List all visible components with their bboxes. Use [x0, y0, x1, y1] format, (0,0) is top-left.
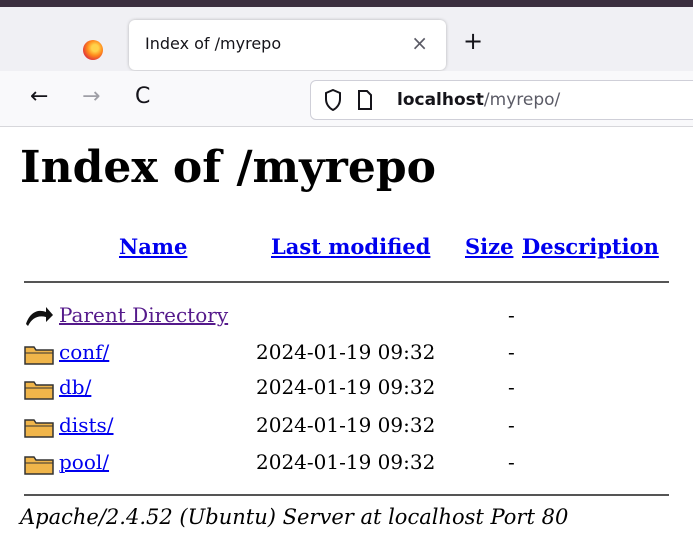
entry-size: - [508, 340, 515, 364]
column-header-description[interactable]: Description [522, 234, 659, 259]
url-text[interactable]: localhost/myrepo/ [397, 90, 560, 110]
entry-modified: 2024-01-19 09:32 [256, 413, 436, 437]
folder-icon [24, 419, 54, 438]
page-title: Index of /myrepo [20, 142, 436, 193]
back-arrow-icon [26, 307, 53, 326]
list-item: Parent Directory - [24, 302, 664, 332]
entry-link[interactable]: dists/ [59, 413, 114, 437]
tab-title: Index of /myrepo [145, 34, 282, 53]
entry-size: - [508, 303, 515, 327]
url-path: /myrepo/ [483, 90, 561, 110]
navigation-bar: ← → C localhost/myrepo/ [0, 71, 693, 127]
folder-icon [24, 456, 54, 475]
entry-size: - [508, 450, 515, 474]
entry-modified: 2024-01-19 09:32 [256, 340, 436, 364]
entry-size: - [508, 375, 515, 399]
divider [24, 494, 669, 496]
column-header-size[interactable]: Size [465, 234, 513, 259]
tab-bar: Index of /myrepo × + [0, 7, 693, 71]
folder-icon [24, 381, 54, 400]
divider [24, 281, 669, 283]
entry-link[interactable]: conf/ [59, 340, 109, 364]
list-item: conf/ 2024-01-19 09:32 - [24, 339, 664, 369]
entry-link[interactable]: db/ [59, 375, 91, 399]
reload-icon[interactable]: C [135, 85, 150, 109]
firefox-icon[interactable] [83, 40, 103, 60]
list-item: db/ 2024-01-19 09:32 - [24, 374, 664, 404]
list-item: pool/ 2024-01-19 09:32 - [24, 449, 664, 479]
folder-icon [24, 346, 54, 365]
window-top-strip [0, 0, 693, 7]
back-icon[interactable]: ← [30, 85, 48, 109]
list-item: dists/ 2024-01-19 09:32 - [24, 412, 664, 442]
new-tab-icon[interactable]: + [463, 29, 483, 53]
page-info-icon[interactable] [357, 90, 373, 110]
url-host: localhost [397, 90, 484, 110]
column-header-last-modified[interactable]: Last modified [271, 234, 430, 259]
column-header-name[interactable]: Name [119, 234, 187, 259]
entry-modified: 2024-01-19 09:32 [256, 450, 436, 474]
entry-modified: 2024-01-19 09:32 [256, 375, 436, 399]
entry-link[interactable]: Parent Directory [59, 303, 228, 327]
forward-icon[interactable]: → [82, 85, 100, 109]
shield-icon[interactable] [324, 89, 342, 111]
server-signature: Apache/2.4.52 (Ubuntu) Server at localho… [20, 505, 569, 529]
entry-link[interactable]: pool/ [59, 450, 109, 474]
entry-size: - [508, 413, 515, 437]
url-bar[interactable]: localhost/myrepo/ [310, 80, 693, 120]
tab-active[interactable]: Index of /myrepo × [129, 20, 446, 70]
tab-close-icon[interactable]: × [411, 31, 428, 55]
